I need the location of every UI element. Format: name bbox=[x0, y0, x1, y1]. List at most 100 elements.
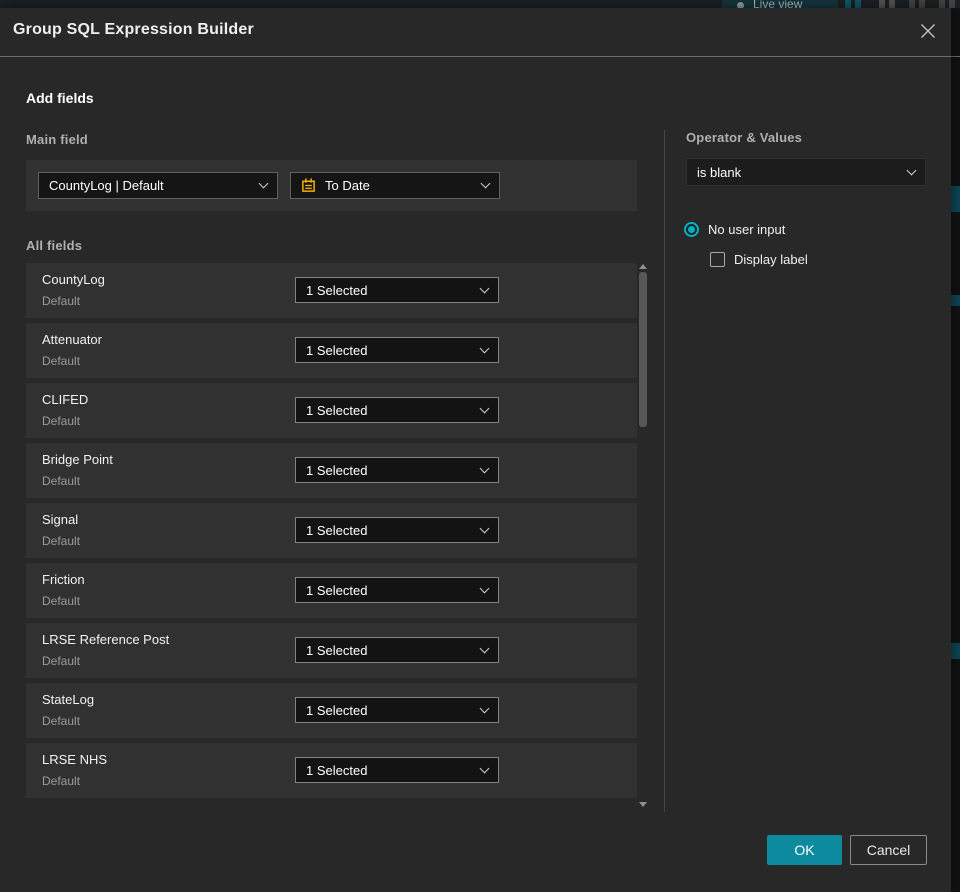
field-selection-dropdown[interactable]: 1 Selected bbox=[295, 277, 499, 303]
dialog-title: Group SQL Expression Builder bbox=[13, 21, 254, 38]
field-row: StateLog Default 1 Selected bbox=[26, 683, 637, 738]
field-selection-dropdown[interactable]: 1 Selected bbox=[295, 577, 499, 603]
main-field-panel: CountyLog | Default To Date bbox=[26, 160, 637, 211]
selection-value: 1 Selected bbox=[306, 642, 368, 658]
field-selection-dropdown[interactable]: 1 Selected bbox=[295, 697, 499, 723]
toolbar-bar-icon bbox=[845, 0, 851, 8]
background-app-edge bbox=[951, 8, 960, 892]
field-subtitle: Default bbox=[42, 594, 81, 608]
vertical-divider bbox=[664, 130, 665, 812]
selection-value: 1 Selected bbox=[306, 342, 368, 358]
field-selection-dropdown[interactable]: 1 Selected bbox=[295, 517, 499, 543]
background-app-header: Live view bbox=[0, 0, 960, 8]
field-selection-dropdown[interactable]: 1 Selected bbox=[295, 397, 499, 423]
chevron-down-icon bbox=[479, 703, 490, 713]
chevron-down-icon bbox=[479, 523, 490, 533]
operator-select[interactable]: is blank bbox=[686, 158, 926, 186]
toolbar-bar-icon bbox=[879, 0, 885, 8]
edge-fragment bbox=[951, 186, 960, 212]
selection-value: 1 Selected bbox=[306, 762, 368, 778]
edge-fragment bbox=[951, 56, 960, 57]
toolbar-bar-icon bbox=[909, 0, 915, 8]
main-field-field-select[interactable]: To Date bbox=[290, 172, 500, 199]
field-subtitle: Default bbox=[42, 714, 81, 728]
selection-value: 1 Selected bbox=[306, 582, 368, 598]
edge-fragment bbox=[951, 643, 960, 659]
field-name: Signal bbox=[42, 512, 79, 527]
field-row: Bridge Point Default 1 Selected bbox=[26, 443, 637, 498]
close-icon[interactable] bbox=[918, 21, 938, 41]
selection-value: 1 Selected bbox=[306, 402, 368, 418]
toolbar-bar-icon bbox=[889, 0, 895, 8]
toolbar-bar-icon bbox=[939, 0, 945, 8]
scrollbar-up-arrow-icon[interactable] bbox=[639, 264, 647, 269]
edge-fragment bbox=[951, 295, 960, 306]
selection-value: 1 Selected bbox=[306, 522, 368, 538]
display-label-text: Display label bbox=[734, 252, 808, 267]
scrollbar-down-arrow-icon[interactable] bbox=[639, 802, 647, 807]
chevron-down-icon bbox=[479, 283, 490, 293]
no-user-input-radio[interactable] bbox=[684, 222, 699, 237]
field-selection-dropdown[interactable]: 1 Selected bbox=[295, 457, 499, 483]
toolbar-bar-icon bbox=[855, 0, 861, 8]
field-row: CLIFED Default 1 Selected bbox=[26, 383, 637, 438]
field-selection-dropdown[interactable]: 1 Selected bbox=[295, 337, 499, 363]
ok-button[interactable]: OK bbox=[767, 835, 842, 865]
selection-value: 1 Selected bbox=[306, 462, 368, 478]
group-sql-expression-builder-dialog: Group SQL Expression Builder Add fields … bbox=[0, 8, 951, 892]
no-user-input-label: No user input bbox=[708, 222, 786, 237]
field-subtitle: Default bbox=[42, 654, 81, 668]
chevron-down-icon bbox=[479, 403, 490, 413]
field-row: LRSE Reference Post Default 1 Selected bbox=[26, 623, 637, 678]
chevron-down-icon bbox=[479, 643, 490, 653]
field-subtitle: Default bbox=[42, 354, 81, 368]
toolbar-bar-icon bbox=[919, 0, 925, 8]
field-subtitle: Default bbox=[42, 774, 81, 788]
live-view-label: Live view bbox=[753, 0, 803, 8]
layer-select-value: CountyLog | Default bbox=[49, 178, 164, 193]
date-calendar-icon bbox=[301, 178, 316, 193]
chevron-down-icon bbox=[479, 343, 490, 353]
field-row: CountyLog Default 1 Selected bbox=[26, 263, 637, 318]
chevron-down-icon bbox=[906, 165, 917, 175]
chevron-down-icon bbox=[479, 763, 490, 773]
operator-value: is blank bbox=[697, 164, 742, 180]
toolbar-bar-icon bbox=[949, 0, 955, 8]
field-row: Attenuator Default 1 Selected bbox=[26, 323, 637, 378]
live-view-button[interactable]: Live view bbox=[722, 0, 838, 8]
field-name: LRSE Reference Post bbox=[42, 632, 170, 647]
field-selection-dropdown[interactable]: 1 Selected bbox=[295, 757, 499, 783]
all-fields-list: CountyLog Default 1 Selected Attenuator … bbox=[26, 263, 637, 798]
field-row: LRSE NHS Default 1 Selected bbox=[26, 743, 637, 798]
field-name: CountyLog bbox=[42, 272, 105, 287]
field-name: StateLog bbox=[42, 692, 95, 707]
field-subtitle: Default bbox=[42, 534, 81, 548]
screen: Live view Group SQL Expression Builder A… bbox=[0, 0, 960, 892]
chevron-down-icon bbox=[480, 178, 491, 189]
selection-value: 1 Selected bbox=[306, 702, 368, 718]
field-select-value: To Date bbox=[325, 178, 370, 193]
dialog-titlebar: Group SQL Expression Builder bbox=[0, 8, 951, 57]
chevron-down-icon bbox=[479, 583, 490, 593]
cancel-button[interactable]: Cancel bbox=[850, 835, 927, 865]
main-field-label: Main field bbox=[26, 132, 88, 147]
radio-selected-dot bbox=[688, 226, 695, 233]
field-subtitle: Default bbox=[42, 474, 81, 488]
scrollbar-thumb[interactable] bbox=[639, 272, 647, 427]
add-fields-heading: Add fields bbox=[26, 90, 94, 106]
field-name: CLIFED bbox=[42, 392, 89, 407]
field-subtitle: Default bbox=[42, 294, 81, 308]
all-fields-label: All fields bbox=[26, 238, 83, 253]
selection-value: 1 Selected bbox=[306, 282, 368, 298]
field-selection-dropdown[interactable]: 1 Selected bbox=[295, 637, 499, 663]
main-field-layer-select[interactable]: CountyLog | Default bbox=[38, 172, 278, 199]
field-name: Bridge Point bbox=[42, 452, 113, 467]
field-subtitle: Default bbox=[42, 414, 81, 428]
chevron-down-icon bbox=[479, 463, 490, 473]
field-name: Attenuator bbox=[42, 332, 102, 347]
field-row: Signal Default 1 Selected bbox=[26, 503, 637, 558]
display-label-checkbox[interactable] bbox=[710, 252, 725, 267]
field-name: Friction bbox=[42, 572, 85, 587]
chevron-down-icon bbox=[258, 178, 269, 189]
field-name: LRSE NHS bbox=[42, 752, 108, 767]
